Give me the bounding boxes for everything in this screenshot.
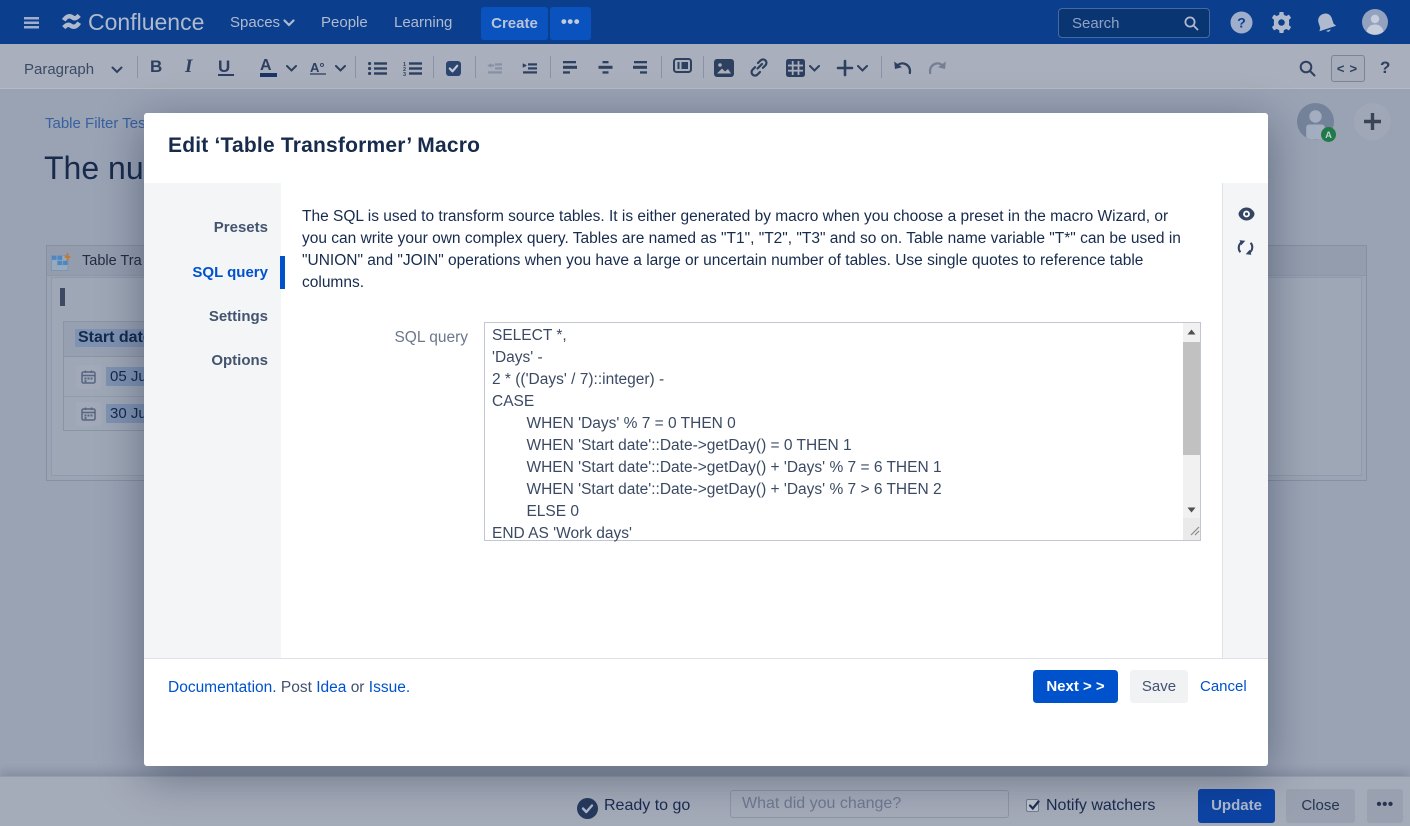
svg-text:3: 3: [403, 72, 406, 76]
svg-text:?: ?: [1237, 15, 1246, 31]
svg-text:A: A: [1325, 130, 1332, 141]
